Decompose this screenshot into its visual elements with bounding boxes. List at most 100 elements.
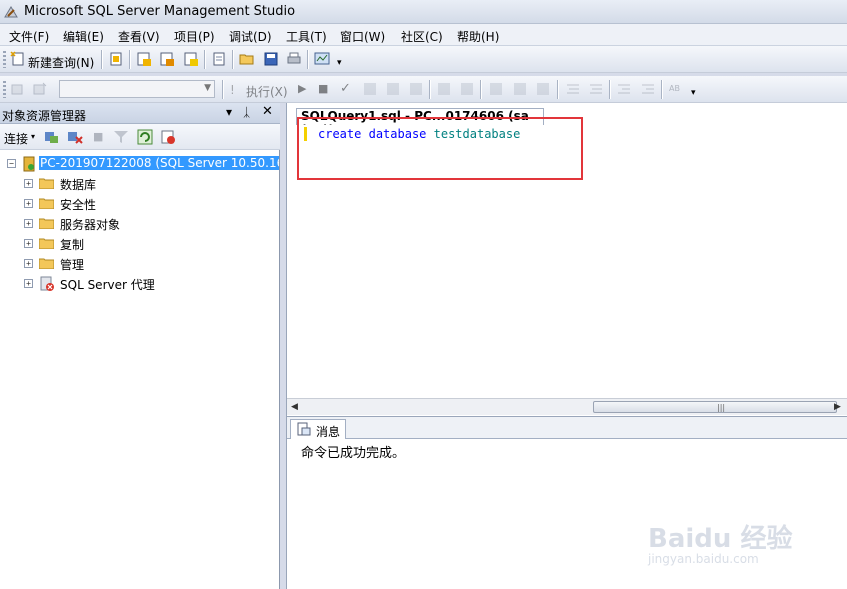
standard-toolbar: 新建查询(N) ▾: [0, 46, 847, 73]
stop-icon[interactable]: ■: [318, 82, 328, 95]
tree-item-server-objects[interactable]: + 服务器对象: [0, 215, 280, 233]
scroll-left-icon[interactable]: ◀: [291, 402, 298, 412]
menu-project[interactable]: 项目(P): [174, 28, 215, 45]
tree-item-label: SQL Server 代理: [60, 278, 155, 292]
save-icon[interactable]: [263, 51, 279, 67]
display-plan-icon[interactable]: [362, 81, 378, 97]
expand-icon[interactable]: +: [24, 199, 33, 208]
window-title: Microsoft SQL Server Management Studio: [24, 4, 296, 19]
print-icon[interactable]: [286, 51, 302, 67]
database-engine-query-icon[interactable]: [108, 51, 124, 67]
filter-icon[interactable]: [113, 129, 129, 145]
results-to-text-icon[interactable]: [488, 81, 504, 97]
database-select[interactable]: ▼: [59, 80, 215, 98]
expand-icon[interactable]: +: [24, 219, 33, 228]
intellisense-icon[interactable]: [408, 81, 424, 97]
tree-item-label: 安全性: [60, 198, 97, 212]
connect-object-explorer-icon[interactable]: [44, 129, 60, 145]
toolbar-separator: [557, 80, 558, 99]
open-folder-icon[interactable]: [239, 51, 255, 67]
results-to-file-icon[interactable]: [535, 81, 551, 97]
close-icon[interactable]: ✕: [262, 104, 273, 119]
tree-item-sql-server-agent[interactable]: + SQL Server 代理: [0, 275, 280, 293]
execute-button[interactable]: 执行(X): [246, 83, 288, 100]
connect-dropdown[interactable]: 连接: [4, 130, 28, 147]
toolbar-separator: [222, 80, 223, 99]
menu-edit[interactable]: 编辑(E): [63, 28, 104, 45]
decrease-indent-icon[interactable]: [616, 81, 632, 97]
messages-tab[interactable]: 消息: [290, 419, 346, 439]
include-plan-icon[interactable]: [436, 81, 452, 97]
folder-icon: [39, 238, 54, 249]
expand-icon[interactable]: +: [24, 259, 33, 268]
menu-window[interactable]: 窗口(W): [340, 28, 385, 45]
object-explorer-header: 对象资源管理器 ▾ ᛣ ✕: [0, 103, 280, 124]
toolbar-separator: [101, 50, 102, 69]
toolbar-separator: [609, 80, 610, 99]
annotation-highlight-box: [297, 117, 583, 180]
debug-play-icon[interactable]: ▶: [298, 82, 306, 95]
folder-icon: [39, 258, 54, 269]
tree-item-databases[interactable]: + 数据库: [0, 175, 280, 193]
toolbar-overflow-icon[interactable]: ▾: [691, 88, 696, 98]
tree-row-server[interactable]: − PC-201907122008 (SQL Server 10.50.1617: [0, 155, 280, 173]
tree-item-label: 管理: [60, 258, 85, 272]
parse-check-icon[interactable]: ✓: [340, 81, 351, 96]
expand-icon[interactable]: +: [24, 279, 33, 288]
collapse-icon[interactable]: −: [7, 159, 16, 168]
menu-tools[interactable]: 工具(T): [286, 28, 327, 45]
toolbar-grip[interactable]: [3, 81, 6, 98]
result-message: 命令已成功完成。: [301, 446, 406, 461]
pin-icon[interactable]: ᛣ: [243, 105, 250, 119]
activity-monitor-icon[interactable]: [314, 51, 330, 67]
client-statistics-icon[interactable]: [459, 81, 475, 97]
change-connection-icon[interactable]: [32, 81, 48, 97]
editor-horizontal-scrollbar[interactable]: ◀ ||| ▶: [287, 398, 847, 415]
toolbar-separator: [429, 80, 430, 99]
connect-icon[interactable]: [10, 81, 26, 97]
increase-indent-icon[interactable]: [640, 81, 656, 97]
chevron-down-icon[interactable]: ▾: [31, 132, 35, 141]
new-query-icon: [10, 51, 24, 66]
specify-template-values-icon[interactable]: AB: [668, 81, 684, 97]
comment-out-icon[interactable]: [565, 81, 581, 97]
new-file-icon[interactable]: [211, 51, 227, 67]
object-explorer-panel: 对象资源管理器 ▾ ᛣ ✕ 连接 ▾ ■ − PC-201907122008 (…: [0, 103, 280, 589]
agent-stopped-icon: [40, 276, 54, 291]
menu-debug[interactable]: 调试(D): [229, 28, 272, 45]
stop-icon[interactable]: ■: [93, 130, 103, 143]
menu-bar: 文件(F) 编辑(E) 查看(V) 项目(P) 调试(D) 工具(T) 窗口(W…: [0, 24, 847, 46]
summary-report-icon[interactable]: [160, 129, 176, 145]
new-query-button[interactable]: 新建查询(N): [28, 54, 94, 71]
refresh-icon[interactable]: [137, 129, 153, 145]
mdx-query-icon[interactable]: [136, 51, 152, 67]
dmx-query-icon[interactable]: [159, 51, 175, 67]
menu-file[interactable]: 文件(F): [9, 28, 49, 45]
tree-item-security[interactable]: + 安全性: [0, 195, 280, 213]
expand-icon[interactable]: +: [24, 179, 33, 188]
chevron-down-icon: ▼: [204, 83, 211, 93]
query-options-icon[interactable]: [385, 81, 401, 97]
toolbar-separator: [480, 80, 481, 99]
tree-item-replication[interactable]: + 复制: [0, 235, 280, 253]
toolbar-separator: [307, 50, 308, 69]
window-position-icon[interactable]: ▾: [226, 105, 232, 119]
uncomment-icon[interactable]: [588, 81, 604, 97]
xmla-query-icon[interactable]: [183, 51, 199, 67]
expand-icon[interactable]: +: [24, 239, 33, 248]
messages-tab-label: 消息: [316, 425, 341, 439]
scrollbar-thumb[interactable]: [593, 401, 837, 413]
scroll-right-icon[interactable]: ▶: [834, 402, 841, 412]
toolbar-grip[interactable]: [3, 51, 6, 68]
results-to-grid-icon[interactable]: [512, 81, 528, 97]
exclamation-icon: !: [230, 83, 235, 97]
menu-view[interactable]: 查看(V): [118, 28, 160, 45]
ssms-app-icon: [4, 6, 18, 18]
menu-community[interactable]: 社区(C): [401, 28, 443, 45]
tree-item-management[interactable]: + 管理: [0, 255, 280, 273]
server-node-label: PC-201907122008 (SQL Server 10.50.1617: [39, 156, 279, 170]
toolbar-separator: [204, 50, 205, 69]
toolbar-overflow-icon[interactable]: ▾: [337, 58, 342, 68]
menu-help[interactable]: 帮助(H): [457, 28, 499, 45]
disconnect-icon[interactable]: [67, 129, 83, 145]
